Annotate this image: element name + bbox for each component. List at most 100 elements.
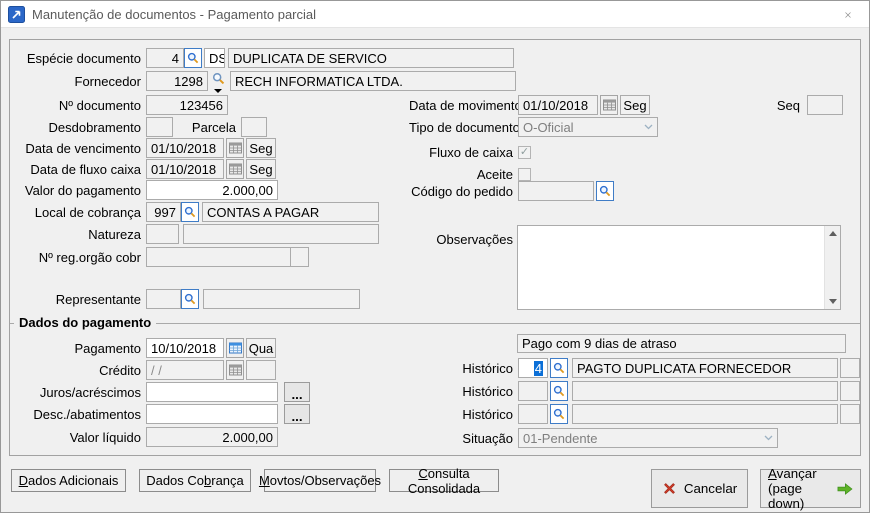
natureza-desc-field[interactable] xyxy=(183,224,379,244)
pagamento-label: Pagamento xyxy=(74,340,142,356)
representante-lookup-button[interactable] xyxy=(181,289,199,309)
juros-field[interactable] xyxy=(146,382,278,402)
historico2-lookup-button[interactable] xyxy=(550,381,568,401)
valor-liquido-field: 2.000,00 xyxy=(146,427,278,447)
cancelar-button[interactable]: Cancelar xyxy=(651,469,748,508)
titlebar: Manutenção de documentos - Pagamento par… xyxy=(1,1,869,28)
check-icon: ✓ xyxy=(519,145,530,158)
desdobramento-field[interactable] xyxy=(146,117,173,137)
parcela-field[interactable] xyxy=(241,117,267,137)
historico3-label: Histórico xyxy=(462,406,513,422)
num-documento-label: Nº documento xyxy=(58,97,141,113)
cancel-x-icon xyxy=(663,483,675,494)
dados-cobranca-button[interactable]: Dados Cobrança xyxy=(139,469,251,492)
local-cobranca-desc-field[interactable]: CONTAS A PAGAR xyxy=(202,202,379,222)
descontos-field[interactable] xyxy=(146,404,278,424)
search-icon xyxy=(553,408,565,420)
pagamento-legend: Dados do pagamento xyxy=(14,315,157,330)
codigo-pedido-field[interactable] xyxy=(518,181,594,201)
representante-label: Representante xyxy=(55,291,141,307)
historico2-desc-field[interactable] xyxy=(572,381,838,401)
especie-desc-field[interactable]: DUPLICATA DE SERVICO xyxy=(228,48,514,68)
data-movimento-field[interactable]: 01/10/2018 xyxy=(518,95,598,115)
codigo-pedido-lookup-button[interactable] xyxy=(596,181,614,201)
especie-label: Espécie documento xyxy=(26,50,141,66)
search-icon xyxy=(553,385,565,397)
data-vencimento-field[interactable]: 01/10/2018 xyxy=(146,138,224,158)
credito-field[interactable]: / / xyxy=(146,360,224,380)
valor-liquido-label: Valor líquido xyxy=(69,429,141,445)
data-vencimento-day-box: Seg xyxy=(246,138,276,158)
fluxo-caixa-checkbox[interactable]: ✓ xyxy=(518,145,531,159)
historico1-desc-field[interactable]: PAGTO DUPLICATA FORNECEDOR xyxy=(572,358,838,378)
valor-pagamento-field[interactable]: 2.000,00 xyxy=(146,180,278,200)
especie-code-field[interactable]: 4 xyxy=(146,48,184,68)
natureza-code-field[interactable] xyxy=(146,224,179,244)
especie-lookup-button[interactable] xyxy=(184,48,202,68)
fornecedor-dropdown-icon[interactable] xyxy=(214,89,222,93)
aceite-checkbox[interactable] xyxy=(518,167,531,181)
observacoes-label: Observações xyxy=(436,231,513,247)
fornecedor-code-field[interactable]: 1298 xyxy=(146,71,208,91)
data-movimento-day-box: Seg xyxy=(620,95,650,115)
situacao-select[interactable]: 01-Pendente xyxy=(518,428,778,448)
tipo-documento-select[interactable]: O-Oficial xyxy=(518,117,658,137)
advance-arrow-icon xyxy=(837,482,853,495)
juros-label: Juros/acréscimos xyxy=(39,384,141,400)
reg-orgao-label: Nº reg.orgão cobr xyxy=(38,249,141,265)
observacoes-textarea[interactable] xyxy=(517,225,841,310)
historico3-extra-field[interactable] xyxy=(840,404,860,424)
movtos-observacoes-button[interactable]: Movtos/Observações xyxy=(259,469,381,492)
data-movimento-label: Data de movimento xyxy=(409,97,522,113)
reg-orgao-extra-field[interactable] xyxy=(291,247,309,267)
historico2-label: Histórico xyxy=(462,383,513,399)
search-icon xyxy=(212,72,225,85)
pagamento-field[interactable]: 10/10/2018 xyxy=(146,338,224,358)
local-cobranca-lookup-button[interactable] xyxy=(181,202,199,222)
data-vencimento-label: Data de vencimento xyxy=(25,140,141,156)
historico1-code-field[interactable]: 4 xyxy=(518,358,548,378)
data-fluxo-caixa-label: Data de fluxo caixa xyxy=(30,161,141,177)
scroll-down-icon[interactable] xyxy=(829,299,837,304)
credito-day-box xyxy=(246,360,276,380)
natureza-label: Natureza xyxy=(88,226,141,242)
historico3-lookup-button[interactable] xyxy=(550,404,568,424)
pagamento-calendar-icon[interactable] xyxy=(226,338,244,358)
consulta-consolidada-button[interactable]: Consulta Consolidada xyxy=(389,466,499,496)
descontos-more-button[interactable]: ... xyxy=(284,404,310,424)
fluxo-caixa-label: Fluxo de caixa xyxy=(429,144,513,160)
historico2-extra-field[interactable] xyxy=(840,381,860,401)
representante-desc-field[interactable] xyxy=(203,289,360,309)
dialog-window: Manutenção de documentos - Pagamento par… xyxy=(0,0,870,513)
close-icon[interactable] xyxy=(839,7,857,23)
fornecedor-lookup-icon[interactable] xyxy=(211,71,227,93)
representante-code-field[interactable] xyxy=(146,289,181,309)
especie-abbr-field[interactable]: DS xyxy=(204,48,225,68)
historico3-desc-field[interactable] xyxy=(572,404,838,424)
seq-label: Seq xyxy=(776,97,800,113)
scroll-up-icon[interactable] xyxy=(829,231,837,236)
search-icon xyxy=(553,362,565,374)
chevron-down-icon xyxy=(644,124,653,130)
search-icon xyxy=(184,293,196,305)
juros-more-button[interactable]: ... xyxy=(284,382,310,402)
dados-adicionais-button[interactable]: Dados Adicionais xyxy=(11,469,126,492)
seq-field[interactable] xyxy=(807,95,843,115)
num-documento-field[interactable]: 123456 xyxy=(146,95,228,115)
window-title: Manutenção de documentos - Pagamento par… xyxy=(32,6,317,22)
data-fluxo-caixa-field[interactable]: 01/10/2018 xyxy=(146,159,224,179)
historico2-code-field[interactable] xyxy=(518,381,548,401)
local-cobranca-code-field[interactable]: 997 xyxy=(146,202,181,222)
data-vencimento-calendar-icon[interactable] xyxy=(226,138,244,158)
historico3-code-field[interactable] xyxy=(518,404,548,424)
observacoes-scrollbar[interactable] xyxy=(824,226,840,309)
historico1-extra-field[interactable] xyxy=(840,358,860,378)
historico1-lookup-button[interactable] xyxy=(550,358,568,378)
data-movimento-calendar-icon[interactable] xyxy=(600,95,618,115)
reg-orgao-field[interactable] xyxy=(146,247,291,267)
fornecedor-desc-field[interactable]: RECH INFORMATICA LTDA. xyxy=(230,71,516,91)
data-fluxo-caixa-calendar-icon[interactable] xyxy=(226,159,244,179)
avancar-button[interactable]: Avançar (page down) xyxy=(760,466,861,511)
credito-calendar-icon[interactable] xyxy=(226,360,244,380)
codigo-pedido-label: Código do pedido xyxy=(411,183,513,199)
